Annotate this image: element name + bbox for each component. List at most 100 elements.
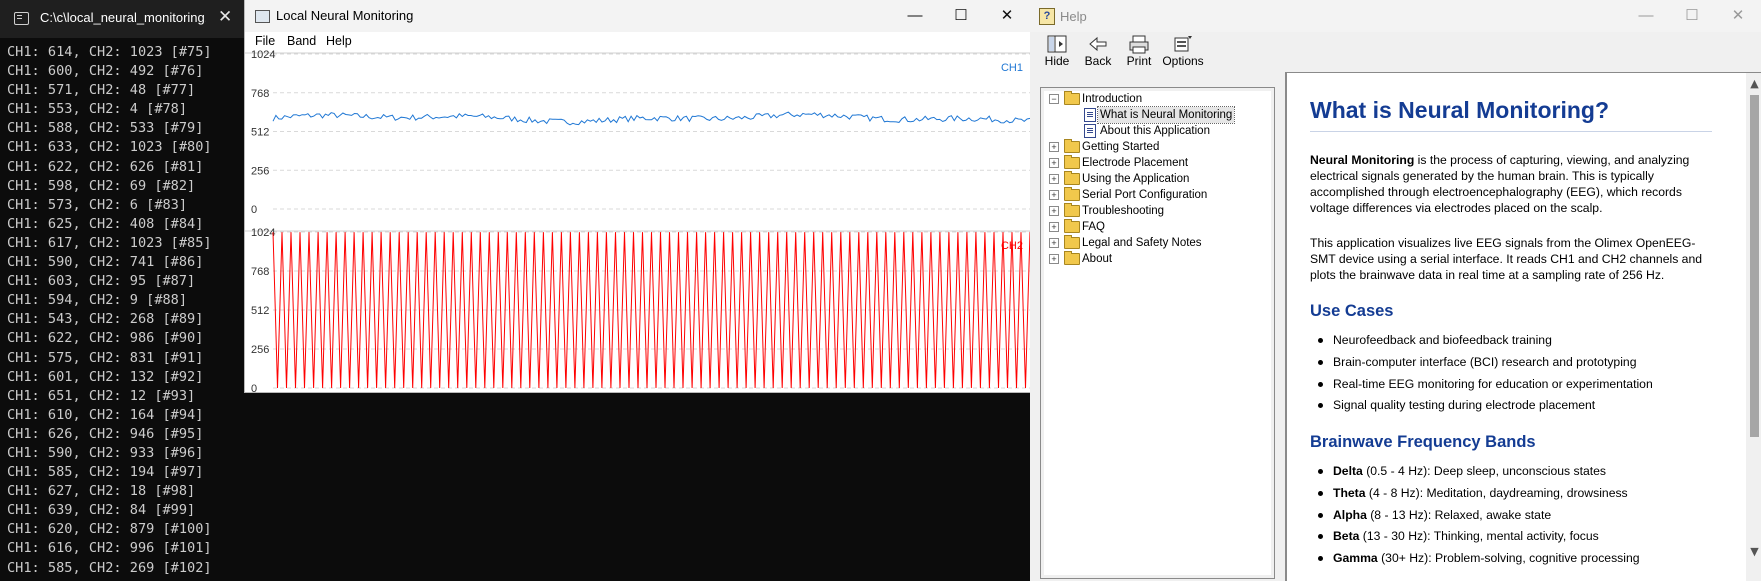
band-item: Delta (0.5 - 4 Hz): Deep sleep, unconsci… [1310,463,1730,485]
open-folder-icon [1064,91,1080,105]
help-icon: ? [1039,8,1055,25]
terminal-window[interactable]: C:\c\local_neural_monitoring. ✕ CH1: 614… [0,0,245,581]
toc-item-what-is[interactable]: What is Neural Monitoring [1041,106,1271,124]
toc-label-troubleshooting: Troubleshooting [1082,205,1165,217]
expand-icon[interactable]: + [1049,174,1059,184]
toc-item-electrode[interactable]: + Electrode Placement [1041,155,1271,171]
help-maximize-button[interactable]: ☐ [1669,0,1715,32]
toc-label-introduction: Introduction [1082,93,1143,105]
help-window-titlebar[interactable]: ? Help — ☐ ✕ [1030,0,1761,32]
hide-label: Hide [1044,54,1070,68]
intro-paragraph: Neural Monitoring is the process of capt… [1310,153,1720,217]
toc-item-about[interactable]: + About [1041,251,1271,267]
y-tick-label: 512 [251,305,269,317]
help-minimize-button[interactable]: — [1623,0,1669,32]
toc-item-legal[interactable]: + Legal and Safety Notes [1041,235,1271,251]
expand-icon[interactable]: + [1049,190,1059,200]
back-button[interactable]: Back [1082,34,1114,72]
toc-item-troubleshooting[interactable]: + Troubleshooting [1041,203,1271,219]
y-tick-label: 1024 [251,227,275,239]
expand-icon[interactable]: + [1049,254,1059,264]
channel-label: CH1 [1001,62,1023,74]
toc-label-about-app: About this Application [1100,125,1210,137]
intro-bold-term: Neural Monitoring [1310,153,1415,167]
terminal-line: CH1: 616, CH2: 996 [#101] [7,540,212,557]
terminal-line: CH1: 590, CH2: 933 [#96] [7,444,204,461]
back-label: Back [1084,54,1112,68]
toc-label-serial: Serial Port Configuration [1082,189,1208,201]
terminal-line: CH1: 639, CH2: 84 [#99] [7,502,196,519]
terminal-line: CH1: 626, CH2: 946 [#95] [7,425,204,442]
toc-label-faq: FAQ [1082,221,1106,233]
expand-icon[interactable]: + [1049,158,1059,168]
bands-list: Delta (0.5 - 4 Hz): Deep sleep, unconsci… [1310,463,1730,572]
series-line-ch1 [272,111,1030,126]
plot-window[interactable]: Local Neural Monitoring — ☐ ✕ File Band … [245,0,1030,392]
app-paragraph: This application visualizes live EEG sig… [1310,236,1703,282]
help-content-pane[interactable]: What is Neural Monitoring? Neural Monito… [1285,72,1761,581]
terminal-line: CH1: 610, CH2: 164 [#94] [7,406,204,423]
terminal-line: CH1: 617, CH2: 1023 [#85] [7,234,212,251]
eeg-plot: 02565127681024CH102565127681024CH2 [245,49,1030,392]
help-close-button[interactable]: ✕ [1715,0,1761,32]
terminal-line: CH1: 614, CH2: 1023 [#75] [7,44,212,60]
options-label: Options [1162,54,1204,68]
scrollbar-thumb[interactable] [1750,95,1759,437]
terminal-line: CH1: 598, CH2: 69 [#82] [7,177,196,194]
toc-item-about-app[interactable]: About this Application [1041,123,1271,139]
band-item: Beta (13 - 30 Hz): Thinking, mental acti… [1310,528,1730,550]
hide-button[interactable]: Hide [1041,34,1073,72]
band-name: Theta [1333,485,1366,500]
toc-item-serial[interactable]: + Serial Port Configuration [1041,187,1271,203]
expand-icon[interactable]: + [1049,206,1059,216]
folder-icon [1064,171,1080,185]
band-item: Alpha (8 - 13 Hz): Relaxed, awake state [1310,507,1730,529]
options-button[interactable]: Options [1162,34,1204,72]
use-case-item: Brain-computer interface (BCI) research … [1310,354,1730,376]
terminal-line: CH1: 625, CH2: 408 [#84] [7,215,204,232]
collapse-icon[interactable]: − [1049,94,1059,104]
toc-tree[interactable]: − Introduction What is Neural Monitoring… [1040,87,1275,579]
vertical-scrollbar[interactable]: ▲ ▼ [1746,73,1761,581]
toc-label-what-is: What is Neural Monitoring [1096,106,1236,124]
band-range: (0.5 - 4 Hz) [1362,464,1428,478]
use-cases-list: Neurofeedback and biofeedback training Br… [1310,332,1730,419]
toc-label-about: About [1082,253,1113,265]
y-tick-label: 1024 [251,49,275,61]
expand-icon[interactable]: + [1049,142,1059,152]
folder-icon [1064,235,1080,249]
use-case-item: Real-time EEG monitoring for education o… [1310,376,1730,398]
help-toolbar: Hide Back Print Options [1030,32,1761,72]
print-label: Print [1126,54,1152,68]
band-range: (30+ Hz) [1377,551,1429,566]
toc-item-faq[interactable]: + FAQ [1041,219,1271,235]
terminal-line: CH1: 600, CH2: 492 [#76] [7,63,204,80]
folder-icon [1064,251,1080,265]
y-tick-label: 768 [251,88,269,100]
band-name: Beta [1333,529,1360,544]
help-window-title: Help [1060,9,1087,24]
help-window[interactable]: ? Help — ☐ ✕ Hide Back Print Options − I… [1030,0,1761,581]
title-divider [1310,131,1712,132]
print-button[interactable]: Print [1124,34,1154,72]
toc-item-getting-started[interactable]: + Getting Started [1041,139,1271,155]
toc-item-using[interactable]: + Using the Application [1041,171,1271,187]
terminal-line: CH1: 575, CH2: 831 [#91] [7,349,204,366]
close-tab-icon[interactable]: ✕ [218,7,232,27]
scroll-up-icon[interactable]: ▲ [1746,77,1761,90]
band-description: : Relaxed, awake state [1427,507,1552,522]
band-description: : Problem-solving, cognitive processing [1428,551,1640,566]
terminal-tab[interactable]: C:\c\local_neural_monitoring. ✕ [0,0,245,38]
expand-icon[interactable]: + [1049,222,1059,232]
scroll-down-icon[interactable]: ▼ [1746,545,1761,558]
terminal-line: CH1: 571, CH2: 48 [#77] [7,82,196,99]
band-range: (13 - 30 Hz) [1359,529,1428,544]
toc-label-getting-started: Getting Started [1082,141,1160,153]
use-case-item: Neurofeedback and biofeedback training [1310,332,1730,354]
toc-label-using: Using the Application [1082,173,1190,185]
terminal-line: CH1: 585, CH2: 269 [#102] [7,559,212,576]
terminal-line: CH1: 590, CH2: 741 [#86] [7,254,204,271]
expand-icon[interactable]: + [1049,238,1059,248]
toc-item-introduction[interactable]: − Introduction [1041,91,1271,107]
band-description: : Thinking, mental activity, focus [1427,529,1599,544]
